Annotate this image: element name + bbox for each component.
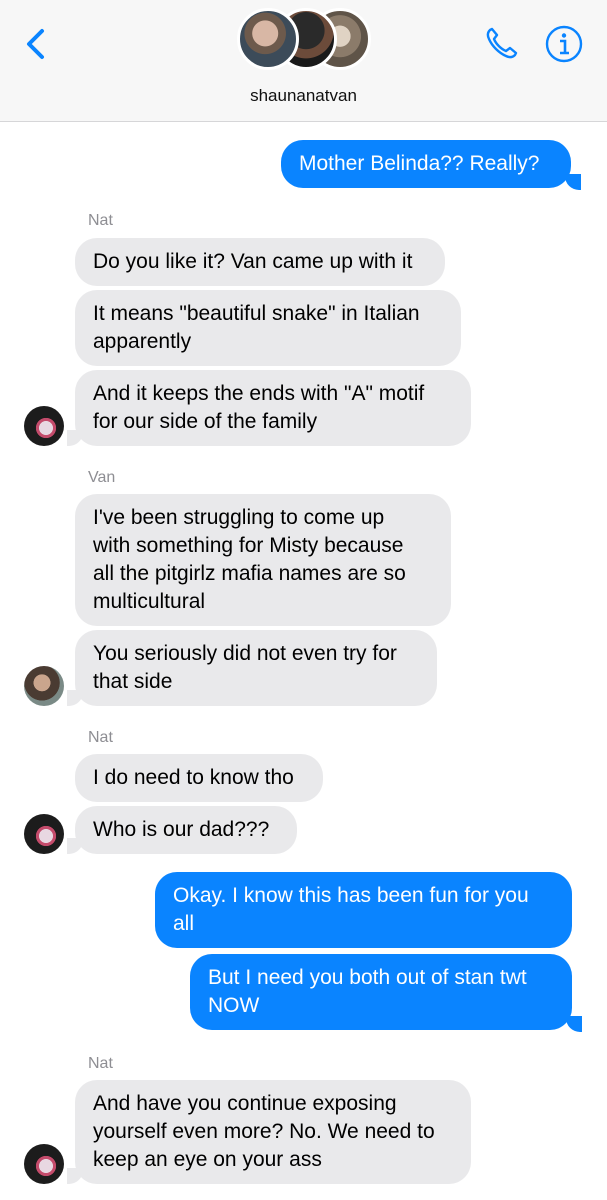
sender-label: Nat [88,729,113,746]
incoming-message[interactable]: I've been struggling to come up with som… [75,494,451,626]
bubble-tail [67,690,83,706]
conversation-header: shaunanatvan [0,0,607,122]
avatar [237,8,299,70]
message-line: You seriously did not even try for [93,642,397,665]
message-line: with something for Misty because [93,534,404,557]
bubble-tail [67,430,83,446]
phone-icon [486,27,518,59]
message-line: keep an eye on your ass [93,1148,322,1171]
message-line: that side [93,670,173,693]
avatar[interactable] [24,666,64,706]
message-thread[interactable]: Mother Belinda?? Really? Nat Do you like… [0,122,607,1200]
message-line: I do need to know tho [93,766,294,789]
avatar[interactable] [24,406,64,446]
outgoing-message[interactable]: But I need you both out of stan twt NOW [190,954,572,1030]
message-line: And it keeps the ends with "A" motif [93,382,425,405]
message-line: NOW [208,994,260,1017]
incoming-message[interactable]: You seriously did not even try for that … [75,630,437,706]
info-icon [545,25,583,63]
bubble-tail [67,1168,83,1184]
message-line: And have you continue exposing [93,1092,397,1115]
chevron-left-icon [27,29,44,59]
message-line: Mother Belinda?? Really? [299,152,540,175]
bubble-tail [566,1016,582,1032]
message-line: It means "beautiful snake" in Italian [93,302,420,325]
incoming-message[interactable]: It means "beautiful snake" in Italian ap… [75,290,461,366]
message-line: Who is our dad??? [93,818,270,841]
sender-label: Nat [88,1055,113,1072]
incoming-message[interactable]: I do need to know tho [75,754,323,802]
back-button[interactable] [18,26,54,62]
incoming-message[interactable]: Do you like it? Van came up with it [75,238,445,286]
group-avatars[interactable] [237,6,371,76]
avatar[interactable] [24,1144,64,1184]
message-line: Do you like it? Van came up with it [93,250,413,273]
message-line: multicultural [93,590,206,613]
sender-label: Van [88,469,116,486]
incoming-message[interactable]: And have you continue exposing yourself … [75,1080,471,1184]
avatar[interactable] [24,814,64,854]
sender-label: Nat [88,212,113,229]
call-button[interactable] [481,24,521,64]
outgoing-message[interactable]: Mother Belinda?? Really? [281,140,571,188]
outgoing-message[interactable]: Okay. I know this has been fun for you a… [155,872,572,948]
conversation-title[interactable]: shaunanatvan [0,86,607,106]
message-line: apparently [93,330,192,353]
message-line: I've been struggling to come up [93,506,385,529]
bubble-tail [565,174,581,190]
message-line: all the pitgirlz mafia names are so [93,562,406,585]
message-line: for our side of the family [93,410,318,433]
message-line: yourself even more? No. We need to [93,1120,435,1143]
message-line: But I need you both out of stan twt [208,966,527,989]
message-line: Okay. I know this has been fun for you [173,884,529,907]
info-button[interactable] [544,24,584,64]
incoming-message[interactable]: Who is our dad??? [75,806,297,854]
bubble-tail [67,838,83,854]
incoming-message[interactable]: And it keeps the ends with "A" motif for… [75,370,471,446]
message-line: all [173,912,195,935]
